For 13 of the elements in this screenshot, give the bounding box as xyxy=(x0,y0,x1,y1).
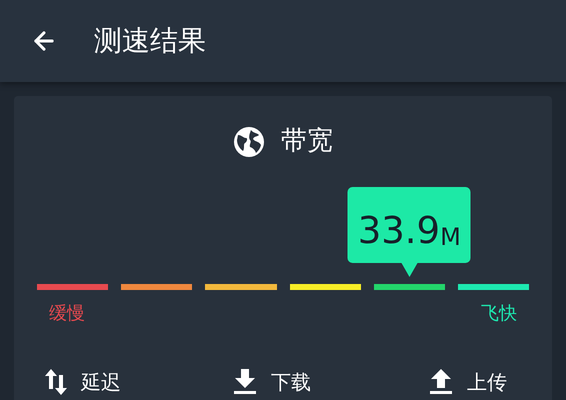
speed-unit: M xyxy=(440,225,461,249)
speed-value: 33.9 xyxy=(358,212,440,249)
slow-label: 缓慢 xyxy=(49,302,85,326)
section-title: 带宽 xyxy=(281,125,333,158)
globe-icon xyxy=(233,126,265,158)
metric-label: 延迟 xyxy=(81,369,121,396)
upload-icon xyxy=(428,369,453,395)
metric-label: 下载 xyxy=(270,369,311,396)
download-icon xyxy=(232,369,257,395)
fast-label: 飞快 xyxy=(481,302,517,326)
metric-label: 上传 xyxy=(466,369,507,396)
page-title: 测速结果 xyxy=(94,23,206,59)
up-down-arrows-icon xyxy=(45,369,67,395)
